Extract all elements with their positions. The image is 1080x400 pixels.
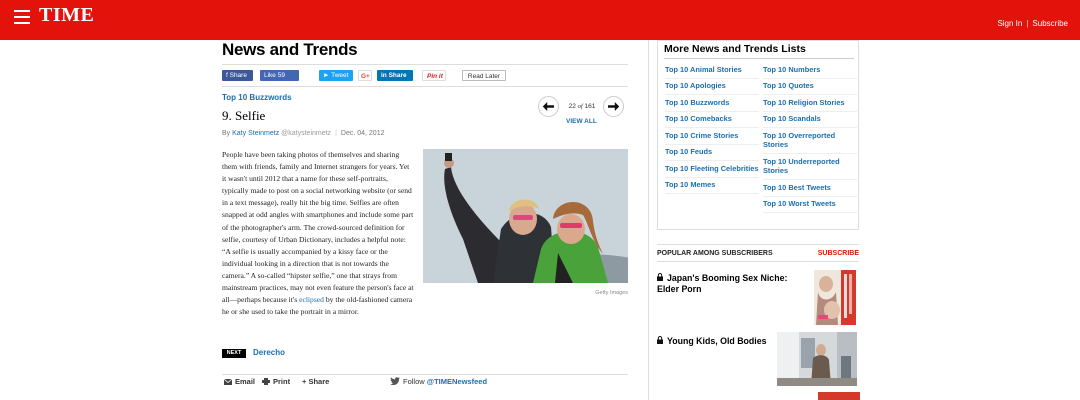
facebook-like-button[interactable]: Like 59: [260, 70, 299, 81]
list-link[interactable]: Top 10 Feuds: [665, 145, 759, 161]
section-title: News and Trends: [222, 40, 358, 59]
slide-current: 22: [568, 103, 576, 110]
next-article-link[interactable]: Derecho: [253, 348, 285, 357]
account-links: Sign In | Subscribe: [997, 19, 1068, 28]
more-lists-title: More News and Trends Lists: [664, 43, 806, 55]
more-lists-box: More News and Trends Lists Top 10 Animal…: [657, 40, 859, 230]
follow-twitter-link[interactable]: Follow @TIMENewsfeed: [390, 377, 487, 386]
author-twitter[interactable]: @katysteinmetz: [281, 130, 331, 137]
slide-of: of: [577, 103, 583, 110]
twitter-bird-icon: ►: [323, 72, 332, 79]
list-link[interactable]: Top 10 Animal Stories: [665, 62, 759, 79]
article-body: Getty Images People have been taking pho…: [222, 149, 628, 318]
popular-subscribe-link[interactable]: SUBSCRIBE: [818, 250, 859, 257]
list-link[interactable]: Top 10 Religion Stories: [763, 95, 857, 112]
byline-by: By: [222, 130, 231, 137]
slide-pager: 22 of 161 VIEW ALL: [538, 95, 628, 129]
popular-item[interactable]: Japan's Booming Sex Niche: Elder Porn: [657, 270, 859, 333]
selfie-photo-image: [423, 149, 628, 283]
popular-title: POPULAR AMONG SUBSCRIBERS: [657, 250, 773, 257]
divider: [664, 58, 854, 59]
list-link[interactable]: Top 10 Memes: [665, 178, 759, 194]
article-date: Dec. 04, 2012: [340, 130, 385, 137]
slide-total: 161: [584, 103, 596, 110]
popular-item-text: Japan's Booming Sex Niche: Elder Porn: [657, 273, 788, 294]
arrow-left-icon: [542, 102, 554, 111]
list-link[interactable]: Top 10 Numbers: [763, 62, 857, 79]
list-link[interactable]: Top 10 Crime Stories: [665, 128, 759, 145]
list-link[interactable]: Top 10 Comebacks: [665, 112, 759, 128]
twitter-bird-icon: [390, 377, 400, 386]
pinterest-button[interactable]: Pin it: [422, 70, 446, 81]
next-button[interactable]: [603, 96, 624, 117]
popular-item-text: Young Kids, Old Bodies: [667, 336, 767, 346]
follow-label: Follow: [403, 377, 425, 386]
list-kicker[interactable]: Top 10 Buzzwords: [222, 93, 292, 102]
list-link[interactable]: Top 10 Worst Tweets: [763, 197, 857, 213]
divider: [657, 244, 859, 245]
arrow-right-icon: [608, 102, 620, 111]
popular-item[interactable]: Young Kids, Old Bodies: [657, 332, 859, 396]
printer-icon: [262, 378, 270, 385]
previous-button[interactable]: [538, 96, 559, 117]
print-button[interactable]: Print: [262, 377, 290, 386]
divider: [222, 374, 628, 375]
lock-icon: [657, 273, 663, 281]
email-label: Email: [235, 377, 256, 386]
read-later-button[interactable]: Read Later: [462, 70, 506, 81]
lock-icon: [657, 336, 663, 344]
sidebar: More News and Trends Lists Top 10 Animal…: [657, 40, 860, 400]
eclipsed-link[interactable]: eclipsed: [299, 295, 324, 304]
next-badge: NEXT: [222, 349, 246, 358]
envelope-icon: [223, 378, 233, 385]
list-link[interactable]: Top 10 Underreported Stories: [763, 154, 857, 180]
lists-column-left: Top 10 Animal Stories Top 10 Apologies T…: [665, 62, 759, 194]
byline-separator: |: [335, 130, 337, 137]
sign-in-link[interactable]: Sign In: [997, 19, 1022, 28]
divider: [222, 64, 628, 65]
tweet-label: Tweet: [331, 72, 349, 79]
body-text-part1: People have been taking photos of themse…: [222, 150, 414, 305]
email-button[interactable]: Email: [223, 377, 256, 386]
google-plus-button[interactable]: G+: [358, 70, 372, 81]
twitter-handle: @TIMENewsfeed: [426, 377, 488, 386]
article-tools: Email Print + Share Follow @TIMENewsfeed: [222, 377, 628, 391]
list-link[interactable]: Top 10 Scandals: [763, 112, 857, 128]
list-link[interactable]: Top 10 Overreported Stories: [763, 128, 857, 154]
article-title: 9. Selfie: [222, 108, 266, 123]
divider: [222, 86, 628, 87]
byline: By Katy Steinmetz @katysteinmetz | Dec. 04…: [222, 130, 384, 137]
share-bar: f Share Like 59 ► Tweet G+ in Share Pin …: [222, 70, 628, 82]
list-link[interactable]: Top 10 Quotes: [763, 79, 857, 95]
article-photo: Getty Images: [423, 149, 628, 296]
popular-thumbnail: [777, 332, 857, 386]
menu-icon[interactable]: [14, 10, 30, 24]
linkedin-share-button[interactable]: in Share: [377, 70, 413, 81]
time-logo[interactable]: TIME: [39, 4, 94, 27]
list-link[interactable]: Top 10 Buzzwords: [665, 95, 759, 112]
column-divider: [648, 40, 649, 400]
top-bar: TIME Sign In | Subscribe: [0, 0, 1080, 40]
popular-thumbnail-partial: [818, 392, 860, 400]
main-column: News and Trends f Share Like 59 ► Tweet …: [222, 40, 628, 400]
print-label: Print: [273, 377, 291, 386]
photo-credit: Getty Images: [595, 290, 628, 296]
divider: [657, 261, 859, 262]
popular-thumbnail: [814, 270, 856, 325]
subscribe-link[interactable]: Subscribe: [1032, 19, 1068, 28]
list-link[interactable]: Top 10 Best Tweets: [763, 180, 857, 197]
list-link[interactable]: Top 10 Fleeting Celebrities: [665, 161, 759, 178]
view-all-link[interactable]: VIEW ALL: [566, 118, 597, 125]
facebook-share-button[interactable]: f Share: [222, 70, 253, 81]
tweet-button[interactable]: ► Tweet: [319, 70, 353, 81]
share-tool-button[interactable]: + Share: [302, 377, 329, 386]
list-link[interactable]: Top 10 Apologies: [665, 79, 759, 95]
link-separator: |: [1026, 19, 1029, 28]
popular-item-title: Japan's Booming Sex Niche: Elder Porn: [657, 273, 807, 294]
slide-counter: 22 of 161: [563, 103, 601, 110]
lists-column-right: Top 10 Numbers Top 10 Quotes Top 10 Reli…: [763, 62, 857, 213]
author-link[interactable]: Katy Steinmetz: [232, 130, 279, 137]
